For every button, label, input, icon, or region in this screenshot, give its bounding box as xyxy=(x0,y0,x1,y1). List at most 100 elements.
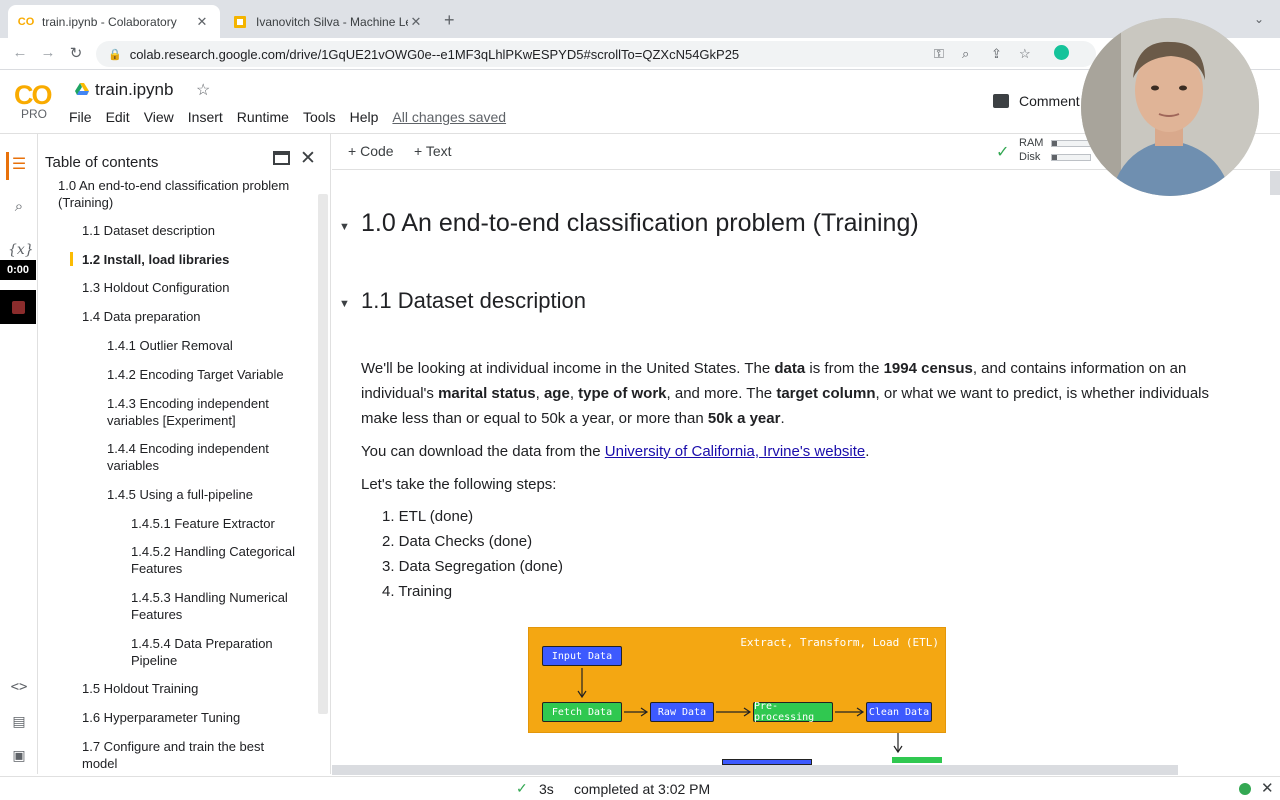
horizontal-scrollbar[interactable] xyxy=(332,765,1178,775)
execution-duration: 3s xyxy=(539,781,554,797)
variables-icon[interactable]: {x} xyxy=(8,242,34,258)
browser-tab-colab[interactable]: CO train.ipynb - Colaboratory ✕ xyxy=(8,5,220,38)
reload-icon[interactable]: ↻ xyxy=(66,44,86,62)
section-heading-1-1: 1.1 Dataset description xyxy=(361,288,587,313)
add-text-button[interactable]: + Text xyxy=(414,143,452,159)
command-palette-icon[interactable]: ▤ xyxy=(8,713,30,730)
menu-edit[interactable]: Edit xyxy=(106,109,130,125)
text-run: You can download the data from the xyxy=(361,443,605,460)
terminal-icon[interactable]: ▣ xyxy=(8,747,30,764)
drive-icon xyxy=(75,83,89,95)
uci-website-link[interactable]: University of California, Irvine's websi… xyxy=(605,443,865,460)
collapse-section-icon[interactable]: ▼ xyxy=(339,298,350,310)
download-paragraph: You can download the data from the Unive… xyxy=(361,439,869,464)
toc-item[interactable]: 1.1 Dataset description xyxy=(82,222,215,239)
list-item: 2. Data Checks (done) xyxy=(382,533,533,550)
ram-meter[interactable] xyxy=(1051,140,1091,147)
menu-file[interactable]: File xyxy=(69,109,92,125)
toc-item[interactable]: 1.4.2 Encoding Target Variable xyxy=(107,366,284,383)
notebook-content: ▼ 1.0 An end-to-end classification probl… xyxy=(332,171,1280,765)
toc-item[interactable]: 1.7 Configure and train the best model xyxy=(82,738,282,772)
zoom-icon[interactable]: ⌕ xyxy=(962,46,969,62)
close-status-icon[interactable]: ✕ xyxy=(1261,779,1274,797)
menu-tools[interactable]: Tools xyxy=(303,109,336,125)
share-icon[interactable]: ⇪ xyxy=(991,46,1002,62)
star-icon[interactable]: ☆ xyxy=(196,80,210,100)
add-code-label: Code xyxy=(360,143,394,159)
pro-badge: PRO xyxy=(21,107,48,121)
new-tab-icon[interactable]: + xyxy=(444,11,455,29)
toc-item[interactable]: 1.4.4 Encoding independent variables xyxy=(107,440,307,474)
dataset-description-paragraph: We'll be looking at individual income in… xyxy=(361,356,1241,431)
menu-insert[interactable]: Insert xyxy=(188,109,223,125)
comment-button[interactable]: Comment xyxy=(993,93,1080,109)
notebook-scrollbar[interactable] xyxy=(1270,171,1280,195)
toc-item[interactable]: 1.4.5.2 Handling Categorical Features xyxy=(131,543,311,577)
toc-item[interactable]: 1.0 An end-to-end classification problem… xyxy=(58,177,308,211)
notebook-title[interactable]: train.ipynb xyxy=(95,80,173,100)
record-stop-button[interactable] xyxy=(0,290,36,324)
browser-tab-slides[interactable]: Ivanovitch Silva - Machine Lear ✕ xyxy=(222,5,434,38)
lock-icon: 🔒 xyxy=(108,48,122,61)
url-input[interactable]: 🔒 colab.research.google.com/drive/1GqUE2… xyxy=(96,41,1096,67)
toc-item[interactable]: 1.4.5 Using a full-pipeline xyxy=(107,486,253,503)
success-check-icon: ✓ xyxy=(516,780,528,796)
toc-item[interactable]: 1.4.5.1 Feature Extractor xyxy=(131,515,275,532)
steps-list: 1. ETL (done) 2. Data Checks (done) 3. D… xyxy=(382,504,563,604)
text-run: , xyxy=(535,385,544,402)
toc-item[interactable]: 1.5 Holdout Training xyxy=(82,680,198,697)
diagram-continuation xyxy=(892,733,942,763)
save-status-link[interactable]: All changes saved xyxy=(392,109,506,125)
open-in-tab-icon[interactable] xyxy=(273,151,290,165)
address-bar-row: ← → ↻ 🔒 colab.research.google.com/drive/… xyxy=(0,38,1280,70)
toc-item-selected[interactable]: 1.2 Install, load libraries xyxy=(82,251,229,268)
url-text: colab.research.google.com/drive/1GqUE21v… xyxy=(129,46,740,62)
toc-current-indicator xyxy=(70,252,73,266)
ram-label: RAM xyxy=(1019,137,1044,149)
toc-item[interactable]: 1.4 Data preparation xyxy=(82,308,201,325)
bookmark-star-icon[interactable]: ☆ xyxy=(1019,46,1031,62)
forward-icon[interactable]: → xyxy=(38,44,58,61)
menu-help[interactable]: Help xyxy=(350,109,379,125)
presenter-video-image xyxy=(1081,18,1259,196)
toc-scrollbar[interactable] xyxy=(318,194,328,714)
back-icon[interactable]: ← xyxy=(10,44,30,61)
recording-timer: 0:00 xyxy=(0,260,36,280)
toc-item[interactable]: 1.4.5.3 Handling Numerical Features xyxy=(131,589,311,623)
bold-run: marital status xyxy=(438,385,536,402)
disk-meter[interactable] xyxy=(1051,154,1091,161)
left-rail: ☰ ⌕ {x} 0:00 <> ▤ ▣ xyxy=(0,134,38,774)
key-icon[interactable]: ⚿ xyxy=(934,46,944,62)
webcam-overlay xyxy=(1081,18,1259,196)
bold-run: age xyxy=(543,385,570,402)
ram-fill xyxy=(1052,141,1057,146)
add-code-button[interactable]: + Code xyxy=(348,143,394,159)
menu-view[interactable]: View xyxy=(144,109,174,125)
etl-diagram: Extract, Transform, Load (ETL) Input Dat… xyxy=(528,627,946,733)
code-snippets-icon[interactable]: <> xyxy=(8,679,30,695)
status-bar: ✓ 3s completed at 3:02 PM ✕ xyxy=(0,776,1280,800)
colab-favicon-icon: CO xyxy=(17,15,35,28)
toc-item[interactable]: 1.4.3 Encoding independent variables [Ex… xyxy=(107,395,307,429)
close-tab-icon[interactable]: ✕ xyxy=(194,14,210,30)
list-item: 3. Data Segregation (done) xyxy=(382,558,563,575)
tab-title: Ivanovitch Silva - Machine Lear xyxy=(256,14,408,29)
toc-icon[interactable]: ☰ xyxy=(8,154,30,174)
toc-item[interactable]: 1.4.1 Outlier Removal xyxy=(107,337,233,354)
bold-run: target column xyxy=(776,385,876,402)
toc-item[interactable]: 1.6 Hyperparameter Tuning xyxy=(82,709,240,726)
runtime-status-dot-icon[interactable] xyxy=(1239,783,1251,795)
connected-check-icon: ✓ xyxy=(996,144,1010,161)
grammarly-icon[interactable] xyxy=(1054,45,1069,60)
close-tab-icon[interactable]: ✕ xyxy=(408,14,424,30)
search-icon[interactable]: ⌕ xyxy=(8,198,30,215)
text-run: . xyxy=(865,443,870,460)
menu-runtime[interactable]: Runtime xyxy=(237,109,289,125)
close-icon[interactable]: ✕ xyxy=(300,147,316,170)
steps-intro: Let's take the following steps: xyxy=(361,476,557,493)
comment-label: Comment xyxy=(1019,93,1080,109)
tab-search-icon[interactable]: ⌄ xyxy=(1254,12,1264,26)
toc-item[interactable]: 1.3 Holdout Configuration xyxy=(82,279,229,296)
collapse-section-icon[interactable]: ▼ xyxy=(339,221,350,233)
toc-item[interactable]: 1.4.5.4 Data Preparation Pipeline xyxy=(131,635,291,669)
